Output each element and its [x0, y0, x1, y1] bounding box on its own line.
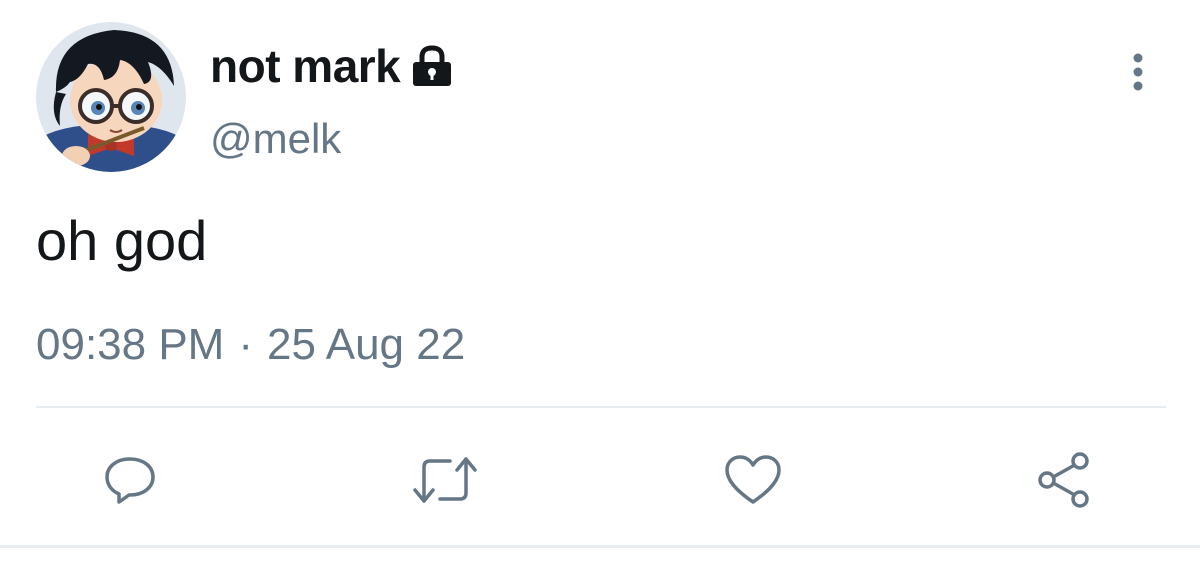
tweet-time: 09:38 PM [36, 320, 225, 369]
retweet-icon [413, 457, 477, 503]
more-vertical-icon [1133, 53, 1143, 91]
more-options-button[interactable] [1118, 48, 1158, 96]
reply-icon [105, 457, 155, 504]
share-button[interactable] [1024, 440, 1104, 520]
share-icon [1038, 452, 1089, 508]
lock-icon [410, 44, 454, 92]
author-name-row: not mark [210, 38, 454, 94]
timestamp-separator: · [238, 320, 253, 369]
bottom-divider [0, 545, 1200, 548]
avatar-illustration [36, 22, 186, 172]
avatar[interactable] [36, 22, 186, 172]
tweet-timestamp[interactable]: 09:38 PM · 25 Aug 22 [36, 320, 465, 370]
heart-icon [725, 455, 781, 504]
reply-button[interactable] [90, 440, 170, 520]
display-name[interactable]: not mark [210, 39, 401, 93]
tweet-text: oh god [36, 209, 208, 272]
like-button[interactable] [713, 440, 793, 520]
user-handle[interactable]: @melk [210, 115, 341, 163]
tweet-date: 25 Aug 22 [267, 320, 466, 369]
retweet-button[interactable] [405, 440, 485, 520]
tweet-actions [0, 440, 1200, 520]
divider [36, 406, 1166, 408]
